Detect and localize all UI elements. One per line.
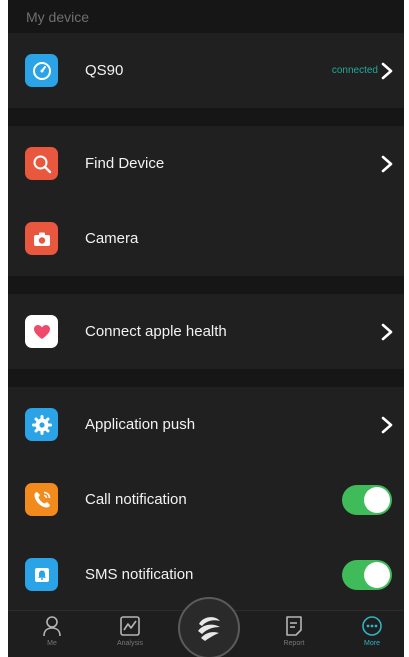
app-push-label: Application push bbox=[85, 416, 196, 433]
tab-more-label: More bbox=[364, 640, 380, 647]
start-sport-button[interactable] bbox=[178, 597, 240, 657]
chevron-right-icon bbox=[381, 416, 393, 433]
apple-health-row[interactable]: Connect apple health bbox=[8, 294, 404, 369]
tab-report-label: Report bbox=[283, 640, 305, 647]
call-notification-label: Call notification bbox=[85, 491, 187, 508]
sport-logo-icon bbox=[198, 617, 220, 641]
find-device-label: Find Device bbox=[85, 155, 165, 172]
gear-icon bbox=[25, 408, 58, 441]
phone-call-icon bbox=[25, 483, 58, 516]
health-group: Connect apple health bbox=[8, 294, 404, 369]
camera-label: Camera bbox=[85, 230, 139, 247]
chart-icon bbox=[120, 616, 140, 636]
find-device-row[interactable]: Find Device bbox=[8, 126, 404, 201]
toggle-knob bbox=[364, 561, 390, 588]
sms-notification-toggle[interactable] bbox=[342, 559, 392, 590]
connection-status: connected bbox=[331, 65, 378, 76]
call-notification-toggle[interactable] bbox=[342, 484, 392, 515]
device-row[interactable]: QS90 connected bbox=[8, 33, 404, 108]
camera-icon bbox=[25, 222, 58, 255]
call-notification-row: Call notification bbox=[8, 462, 404, 537]
apple-health-label: Connect apple health bbox=[85, 323, 227, 340]
tab-report[interactable]: Report bbox=[264, 615, 324, 657]
more-icon bbox=[362, 616, 382, 636]
tools-group: Find Device Camera bbox=[8, 126, 404, 276]
camera-row[interactable]: Camera bbox=[8, 201, 404, 276]
separator bbox=[8, 276, 404, 294]
app-push-row[interactable]: Application push bbox=[8, 387, 404, 462]
chevron-right-icon bbox=[381, 323, 393, 340]
bell-icon bbox=[25, 558, 58, 591]
notifications-group: Application push Call notification SMS n… bbox=[8, 387, 404, 612]
device-settings-screen: My device QS90 connected Find Device Cam… bbox=[8, 0, 404, 657]
tab-me-label: Me bbox=[47, 640, 57, 647]
tab-me[interactable]: Me bbox=[22, 615, 82, 657]
report-icon bbox=[286, 616, 302, 636]
chevron-right-icon bbox=[381, 155, 393, 172]
section-header: My device bbox=[26, 9, 90, 25]
tab-analysis-label: Analysis bbox=[116, 640, 144, 647]
tab-more[interactable]: More bbox=[342, 615, 402, 657]
person-icon bbox=[43, 616, 61, 637]
search-icon bbox=[25, 147, 58, 180]
watch-icon bbox=[25, 54, 58, 87]
heart-icon bbox=[25, 315, 58, 348]
tab-analysis[interactable]: Analysis bbox=[100, 615, 160, 657]
separator bbox=[8, 369, 404, 387]
chevron-right-icon bbox=[381, 62, 393, 79]
toggle-knob bbox=[364, 486, 390, 513]
sms-notification-label: SMS notification bbox=[85, 566, 194, 583]
bottom-tab-bar: Me Analysis Report More bbox=[8, 597, 404, 657]
device-group: QS90 connected bbox=[8, 33, 404, 108]
separator bbox=[8, 108, 404, 126]
device-name: QS90 bbox=[85, 62, 124, 79]
